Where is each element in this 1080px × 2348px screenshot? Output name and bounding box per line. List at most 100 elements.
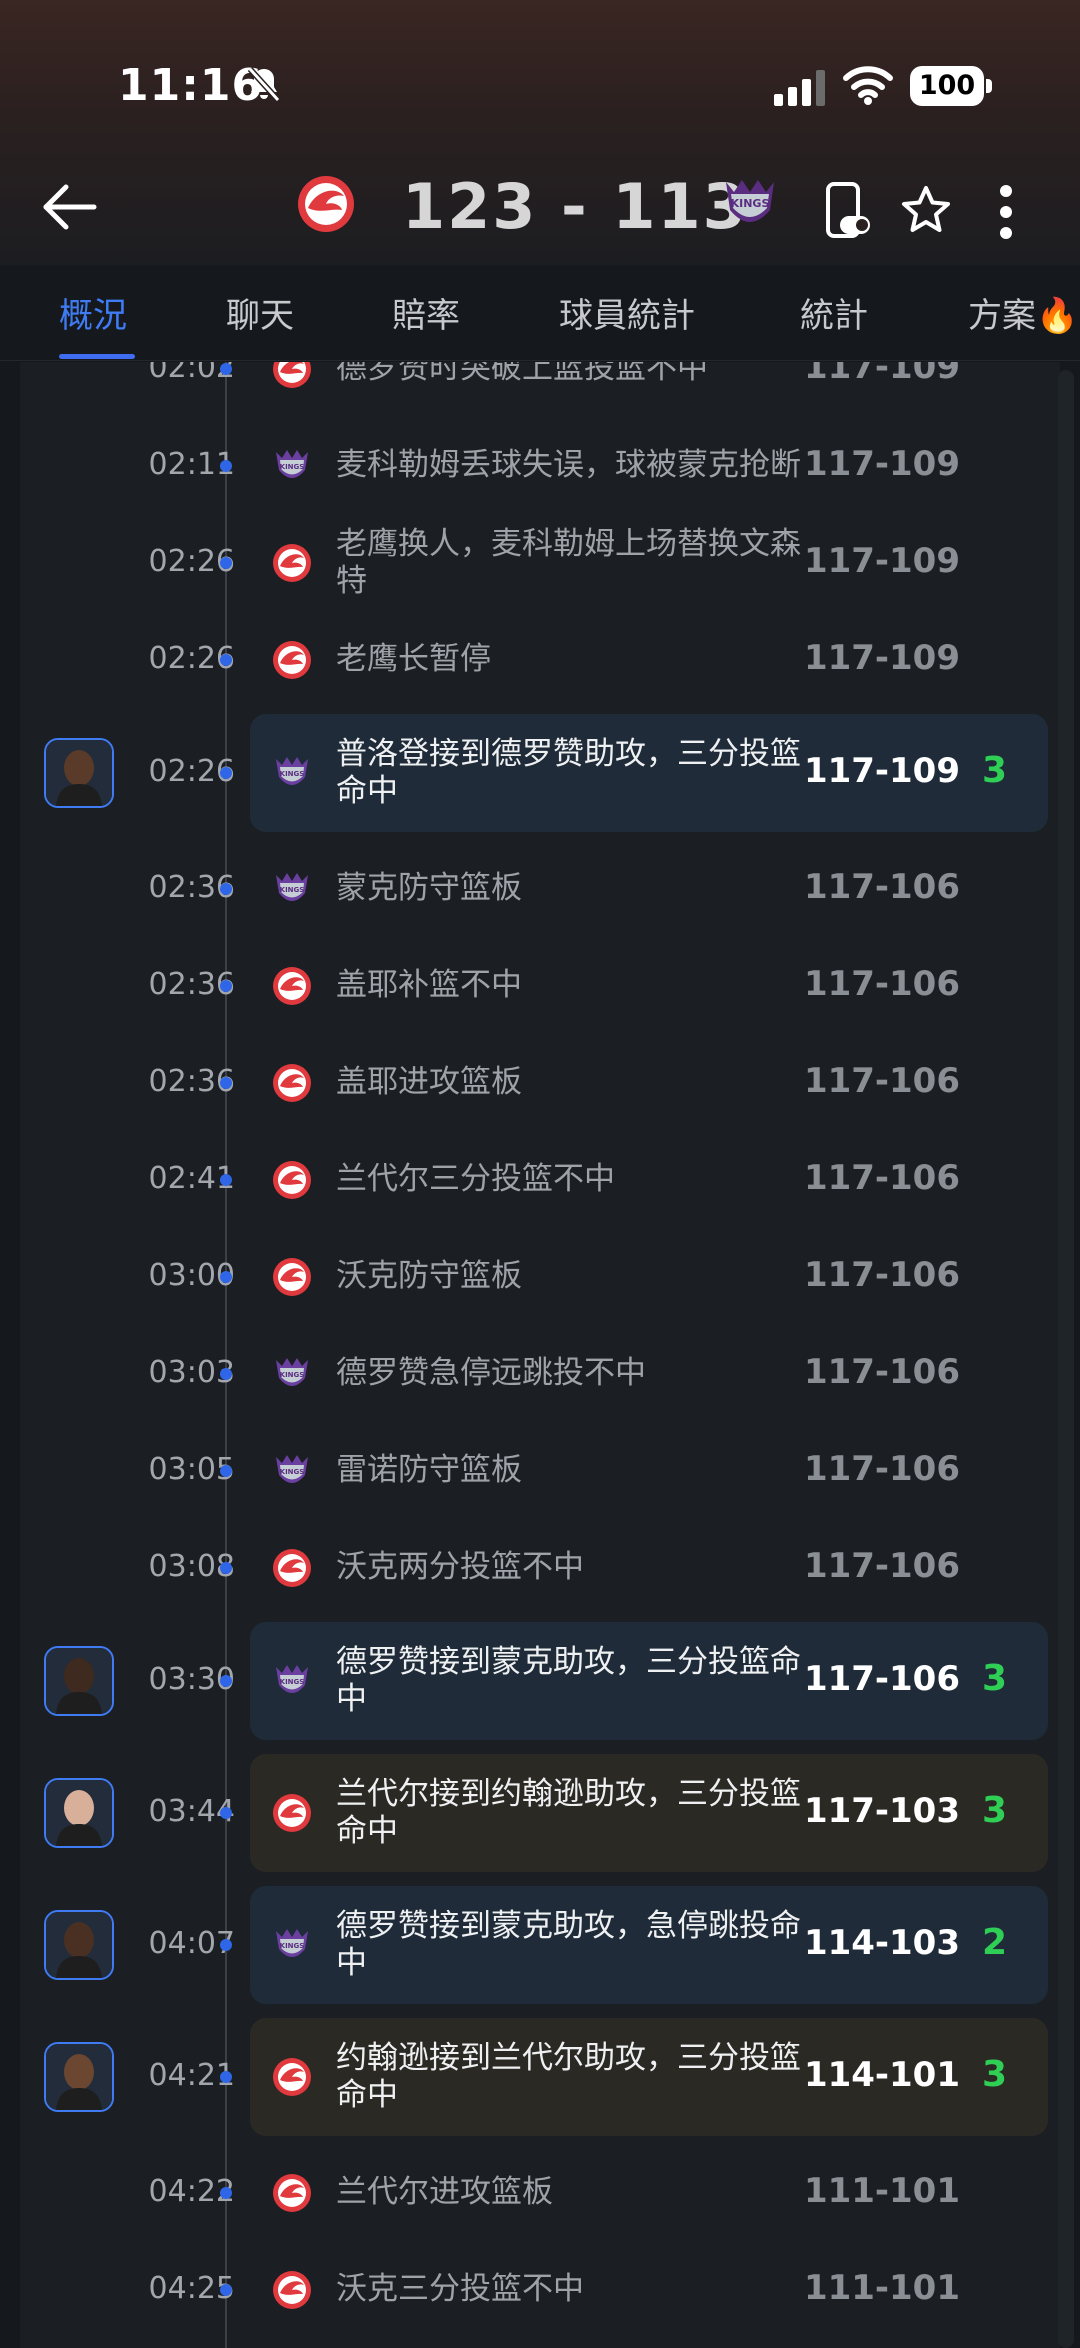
- player-avatar-image: [46, 1912, 112, 1978]
- event-row[interactable]: 02:26 老鹰长暂停 117-109: [20, 611, 1060, 708]
- active-tab-indicator: [59, 354, 135, 359]
- hawks-logo-icon: [273, 1160, 311, 1199]
- event-description: 麦科勒姆丢球失误，球被蒙克抢断: [336, 447, 801, 483]
- event-score: 111-101: [803, 2267, 960, 2308]
- hawks-logo-icon[interactable]: [296, 174, 356, 234]
- event-points: 2: [982, 1922, 1008, 1963]
- event-description: 蒙克防守篮板: [336, 870, 522, 906]
- player-avatar[interactable]: [44, 738, 114, 808]
- event-row-highlight[interactable]: 02:26 KINGS 普洛登接到德罗赞助攻，三分投篮命中 117-109 3: [20, 714, 1060, 832]
- event-points: 3: [982, 1658, 1008, 1699]
- top-area: 11:16 100 123 - 113 KINGS: [0, 0, 1080, 265]
- svg-text:KINGS: KINGS: [280, 886, 305, 894]
- timeline-dot: [220, 1675, 232, 1687]
- event-description: 雷诺防守篮板: [336, 1452, 522, 1488]
- event-row[interactable]: 02:02 德罗赞时突破上篮投篮不中 117-109: [20, 362, 1060, 417]
- svg-text:KINGS: KINGS: [280, 1942, 305, 1950]
- event-row[interactable]: 03:08 沃克两分投篮不中 117-106: [20, 1519, 1060, 1616]
- hawks-logo-icon: [273, 966, 311, 1005]
- event-row[interactable]: 04:22 兰代尔进攻篮板 111-101: [20, 2144, 1060, 2241]
- status-bar: 11:16 100: [0, 0, 1080, 140]
- more-options-icon[interactable]: [996, 184, 1016, 240]
- event-description: 德罗赞接到蒙克助攻，三分投篮命中: [336, 1644, 801, 1717]
- event-row[interactable]: 03:00 沃克防守篮板 117-106: [20, 1228, 1060, 1325]
- event-score: 117-106: [803, 1157, 960, 1198]
- event-row[interactable]: 02:41 兰代尔三分投篮不中 117-106: [20, 1131, 1060, 1228]
- match-header: 123 - 113 KINGS: [0, 140, 1080, 265]
- star-favorite-icon[interactable]: [900, 184, 952, 236]
- player-avatar-image: [46, 740, 112, 806]
- tab-player-stats[interactable]: 球員統計: [559, 288, 695, 337]
- event-row-highlight[interactable]: 04:21 约翰逊接到兰代尔助攻，三分投篮命中 114-101 3: [20, 2018, 1060, 2136]
- event-description: 老鹰换人，麦科勒姆上场替换文森特: [336, 525, 801, 599]
- kings-logo-icon: KINGS: [276, 449, 308, 478]
- event-score: 117-106: [803, 1545, 960, 1586]
- event-points: 3: [982, 750, 1008, 791]
- event-score: 117-106: [803, 1448, 960, 1489]
- event-row[interactable]: 02:36 盖耶补篮不中 117-106: [20, 937, 1060, 1034]
- tab-overview[interactable]: 概況: [59, 288, 127, 337]
- event-row[interactable]: 02:11 KINGS 麦科勒姆丢球失误，球被蒙克抢断 117-109: [20, 417, 1060, 514]
- tab-plans[interactable]: 方案🔥: [968, 288, 1078, 337]
- event-score: 117-109: [803, 751, 960, 791]
- event-score: 117-106: [803, 963, 960, 1004]
- player-avatar-image: [46, 1780, 112, 1846]
- event-row-highlight[interactable]: 04:07 KINGS 德罗赞接到蒙克助攻，急停跳投命中 114-103 2: [20, 1886, 1060, 2004]
- svg-text:KINGS: KINGS: [731, 197, 770, 210]
- player-avatar[interactable]: [44, 1646, 114, 1716]
- kings-logo-icon[interactable]: KINGS: [720, 174, 780, 234]
- event-description: 盖耶补篮不中: [336, 967, 522, 1003]
- timeline-dot: [220, 2186, 232, 2199]
- bell-muted-icon: [247, 66, 281, 103]
- scrollbar[interactable]: [1058, 370, 1074, 2348]
- hawks-logo-icon: [273, 1548, 311, 1587]
- event-description: 德罗赞急停远跳投不中: [336, 1355, 646, 1391]
- tab-chat[interactable]: 聊天: [226, 288, 294, 337]
- event-row[interactable]: 02:36 KINGS 蒙克防守篮板 117-106: [20, 840, 1060, 937]
- player-avatar[interactable]: [44, 1778, 114, 1848]
- player-avatar-image: [46, 2044, 112, 2110]
- event-score: 114-101: [803, 2055, 960, 2095]
- timeline-dot: [220, 1464, 232, 1477]
- back-arrow-icon[interactable]: [40, 182, 100, 232]
- event-points: 3: [982, 1790, 1008, 1831]
- event-score: 111-101: [803, 2170, 960, 2211]
- timeline-dot: [220, 2071, 232, 2083]
- event-row[interactable]: 02:36 盖耶进攻篮板 117-106: [20, 1034, 1060, 1131]
- event-row[interactable]: 03:05 KINGS 雷诺防守篮板 117-106: [20, 1422, 1060, 1519]
- event-description: 德罗赞时突破上篮投篮不中: [336, 362, 708, 386]
- event-points: 3: [982, 2054, 1008, 2095]
- tab-stats[interactable]: 統計: [800, 288, 868, 337]
- event-score: 114-103: [803, 1923, 960, 1963]
- hawks-logo-icon: [273, 2270, 311, 2309]
- play-by-play-list[interactable]: 02:02 德罗赞时突破上篮投篮不中 117-109 02:11 KINGS 麦科勒姆丢球…: [20, 362, 1060, 2348]
- kings-logo-icon: KINGS: [276, 1929, 308, 1957]
- hawks-logo-icon: [273, 543, 311, 582]
- event-row-highlight[interactable]: 03:44 兰代尔接到约翰逊助攻，三分投篮命中 117-103 3: [20, 1754, 1060, 1872]
- timeline-dot: [220, 1939, 232, 1951]
- event-row[interactable]: 03:03 KINGS 德罗赞急停远跳投不中 117-106: [20, 1325, 1060, 1422]
- event-description: 老鹰长暂停: [336, 641, 491, 677]
- timeline-dot: [220, 556, 232, 569]
- event-row[interactable]: 04:25 沃克三分投篮不中 111-101: [20, 2241, 1060, 2338]
- player-avatar[interactable]: [44, 1910, 114, 1980]
- kings-logo-icon: KINGS: [276, 1357, 308, 1386]
- event-score: 117-106: [803, 866, 960, 907]
- event-row-highlight[interactable]: 03:30 KINGS 德罗赞接到蒙克助攻，三分投篮命中 117-106 3: [20, 1622, 1060, 1740]
- event-score: 117-106: [803, 1351, 960, 1392]
- svg-text:KINGS: KINGS: [280, 1468, 305, 1476]
- wifi-icon: [843, 66, 893, 105]
- tab-odds[interactable]: 賠率: [392, 288, 460, 337]
- timeline-dot: [220, 1076, 232, 1089]
- player-avatar[interactable]: [44, 2042, 114, 2112]
- phone-toggle-icon[interactable]: [822, 182, 874, 240]
- event-description: 沃克三分投篮不中: [336, 2271, 584, 2307]
- timeline-dot: [220, 459, 232, 472]
- hawks-logo-icon: [273, 1257, 311, 1296]
- event-score: 117-106: [803, 1060, 960, 1101]
- timeline-dot: [220, 1807, 232, 1819]
- timeline-dot: [220, 1270, 232, 1283]
- kings-logo-icon: KINGS: [276, 1454, 308, 1483]
- event-row[interactable]: 02:26 老鹰换人，麦科勒姆上场替换文森特 117-109: [20, 514, 1060, 611]
- timeline-dot: [220, 2283, 232, 2296]
